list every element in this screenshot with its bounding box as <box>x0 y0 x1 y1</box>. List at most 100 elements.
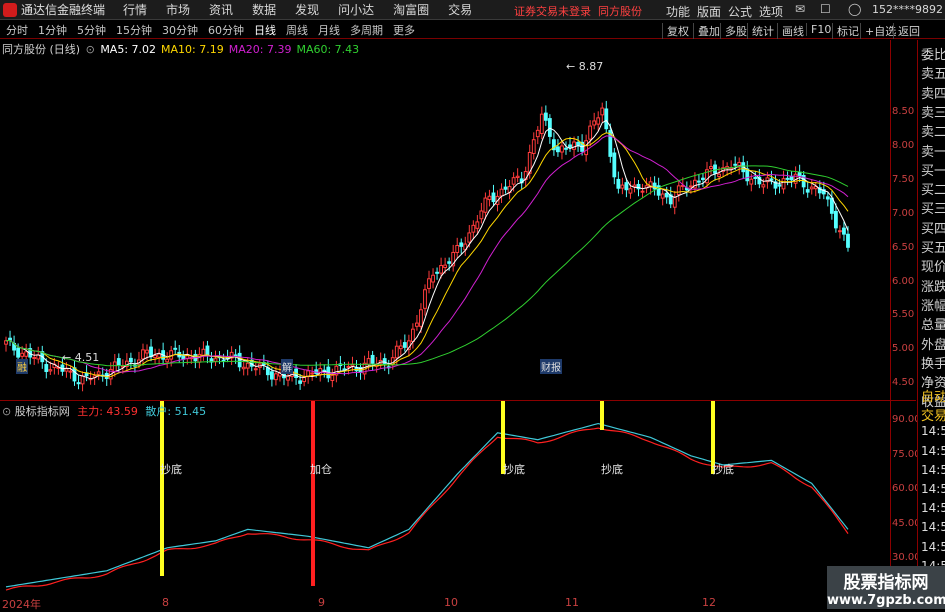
candle-body <box>471 224 476 233</box>
event-tag-margin[interactable]: 融 <box>16 359 28 374</box>
retail-label: 散户 <box>145 405 168 418</box>
period-tab-intraday[interactable]: 分时 <box>6 22 28 38</box>
period-tab-multi[interactable]: 多周期 <box>350 22 383 38</box>
app-name: 通达信金融终端 <box>21 3 106 17</box>
period-tab-weekly[interactable]: 周线 <box>286 22 308 38</box>
candle-body <box>556 146 560 153</box>
axis-divider <box>890 40 891 596</box>
menu-discover[interactable]: 发现 <box>295 3 319 17</box>
candle-body <box>310 372 315 375</box>
menu-options[interactable]: 选项 <box>759 3 783 20</box>
signal-label-buy-dip: 抄底 <box>601 463 623 476</box>
quote-field-label: 涨跌 <box>921 279 945 295</box>
period-tab-30min[interactable]: 30分钟 <box>162 22 198 38</box>
tick-time-label: 14:56 <box>921 462 945 477</box>
candle-body <box>410 328 415 342</box>
quote-field-label: 买二 <box>921 183 945 199</box>
signal-label-buy-dip: 抄底 <box>503 463 525 476</box>
date-label: 9 <box>318 596 325 609</box>
tick-time-label: 14:56 <box>921 482 945 496</box>
candle-body <box>80 375 85 385</box>
candle-body <box>302 377 307 383</box>
signal-bar <box>160 400 164 576</box>
menu-data[interactable]: 数据 <box>252 3 276 17</box>
candle-body <box>491 192 496 203</box>
indicator-chart[interactable] <box>0 400 890 596</box>
candle-body <box>149 346 153 358</box>
candle-body <box>447 261 452 264</box>
period-tab-60min[interactable]: 60分钟 <box>208 22 244 38</box>
period-tab-15min[interactable]: 15分钟 <box>116 22 152 38</box>
tick-time-label: 14:56 <box>921 520 945 535</box>
user-icon[interactable]: ◯ <box>848 2 861 16</box>
signal-label-buy-dip: 抄底 <box>712 463 734 476</box>
candle-body <box>592 120 597 126</box>
multi-stock-button[interactable]: 多股 <box>720 23 747 39</box>
menu-quotes[interactable]: 行情 <box>123 3 147 17</box>
login-warning[interactable]: 证券交易未登录 同方股份 <box>514 3 642 19</box>
candle-body <box>423 289 427 309</box>
candle-body <box>672 196 677 208</box>
candle-body <box>515 175 520 178</box>
event-tag-report[interactable]: 财报 <box>540 359 562 374</box>
period-tab-monthly[interactable]: 月线 <box>318 22 340 38</box>
y-axis-tick: 7.00 <box>892 207 915 219</box>
indicator-settings-icon[interactable]: ⊙ <box>2 405 11 418</box>
mark-button[interactable]: 标记 <box>832 23 859 39</box>
stats-button[interactable]: 统计 <box>747 23 774 39</box>
message-icon[interactable]: ☐ <box>820 2 831 16</box>
candle-body <box>116 358 121 366</box>
menu-community[interactable]: 淘富圈 <box>393 3 429 17</box>
menu-assistant[interactable]: 问小达 <box>338 3 374 17</box>
date-label: 2024年 <box>2 598 41 611</box>
quote-field-label: 换手 <box>921 356 945 372</box>
event-tag-unlock[interactable]: 解 <box>281 359 293 374</box>
back-button[interactable]: 返回 <box>893 23 920 39</box>
menu-market[interactable]: 市场 <box>166 3 190 17</box>
candle-body <box>838 230 842 233</box>
y-axis-tick: 5.50 <box>892 309 915 321</box>
y-axis-tick: 4.50 <box>892 377 915 389</box>
y-axis-tick: 7.50 <box>892 173 915 185</box>
candle-body <box>16 347 21 358</box>
y-axis-tick: 6.00 <box>892 275 915 287</box>
candle-body <box>274 373 278 381</box>
mail-icon[interactable]: ✉ <box>795 2 805 16</box>
candle-body <box>833 210 838 229</box>
draw-line-button[interactable]: 画线 <box>777 23 804 39</box>
menu-formula[interactable]: 公式 <box>728 3 752 20</box>
period-tab-daily[interactable]: 日线 <box>254 22 276 38</box>
right-quote-panel: 委比 卖五 卖四 卖三 卖二 卖一 买一 买二 买三 买四 买五 现价 涨跌 涨幅 总量 外盘 换手 净资 收益 自动… <box>917 40 945 596</box>
candle-body <box>640 190 645 193</box>
candle-body <box>64 368 69 372</box>
main-menu: 行情 市场 资讯 数据 发现 问小达 淘富圈 交易 <box>123 1 491 18</box>
adjust-button[interactable]: 复权 <box>662 23 689 39</box>
menu-layout[interactable]: 版面 <box>697 3 721 20</box>
candle-body <box>475 221 480 229</box>
candle-body <box>709 166 713 169</box>
period-tab-1min[interactable]: 1分钟 <box>38 22 67 38</box>
candle-body <box>205 345 210 357</box>
candle-body <box>503 186 508 190</box>
candle-body <box>535 129 540 138</box>
menu-trade[interactable]: 交易 <box>448 3 472 17</box>
candle-body <box>350 364 355 367</box>
candle-body <box>253 368 258 371</box>
candlestick-chart[interactable] <box>0 40 890 400</box>
add-watchlist-button[interactable]: +自选 <box>860 23 896 39</box>
y-axis-tick: 6.50 <box>892 241 915 253</box>
candle-body <box>366 358 371 365</box>
candle-body <box>676 185 681 195</box>
candle-body <box>68 370 73 373</box>
user-account[interactable]: 152****9892 <box>872 3 943 16</box>
quote-field-label: 卖三 <box>921 105 945 121</box>
menu-news[interactable]: 资讯 <box>209 3 233 17</box>
period-tab-5min[interactable]: 5分钟 <box>77 22 106 38</box>
app-logo-icon <box>3 2 17 17</box>
quote-field-label: 买一 <box>921 163 945 179</box>
candle-body <box>221 359 226 362</box>
overlay-button[interactable]: 叠加 <box>693 23 720 39</box>
f10-button[interactable]: F10 <box>806 23 831 36</box>
period-tab-more[interactable]: 更多 <box>393 22 415 38</box>
menu-function[interactable]: 功能 <box>666 3 690 20</box>
